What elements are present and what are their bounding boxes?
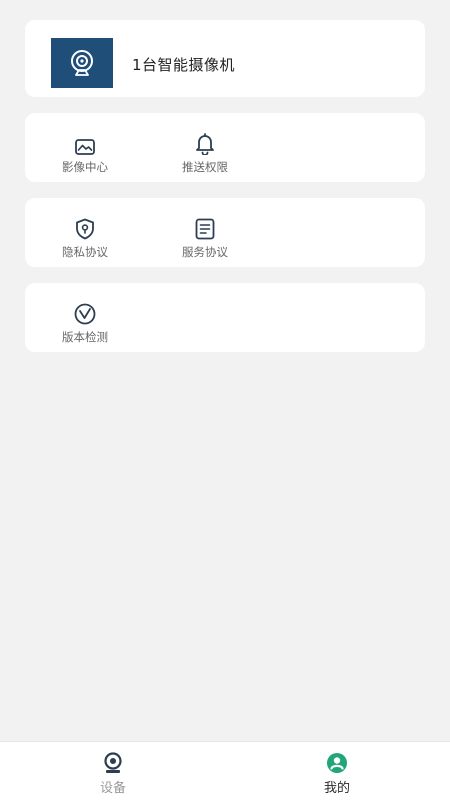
menu-card-version: 版本检测 [25, 283, 425, 352]
push-permission-item[interactable]: 推送权限 [160, 133, 250, 175]
tab-mine-label: 我的 [323, 781, 350, 796]
tab-devices[interactable]: 设备 [73, 752, 153, 796]
service-agreement-item[interactable]: 服务协议 [160, 218, 250, 260]
bottom-tab-bar: 设备 我的 [0, 741, 450, 800]
user-icon [327, 753, 347, 773]
media-center-item[interactable]: 影像中心 [40, 133, 130, 175]
shield-icon [76, 218, 94, 240]
camera-icon [71, 50, 93, 76]
tab-mine[interactable]: 我的 [297, 752, 377, 796]
device-name: 1台智能摄像机 [132, 56, 236, 74]
tab-devices-label: 设备 [99, 781, 126, 796]
device-thumbnail [51, 38, 113, 88]
menu-card-media: 影像中心 推送权限 [25, 113, 425, 182]
service-agreement-label: 服务协议 [182, 245, 228, 259]
menu-card-agreements: 隐私协议 服务协议 [25, 198, 425, 267]
device-card[interactable]: 1台智能摄像机 [25, 20, 425, 97]
image-icon [75, 139, 95, 155]
version-check-label: 版本检测 [62, 330, 108, 344]
privacy-policy-item[interactable]: 隐私协议 [40, 218, 130, 260]
version-check-icon [74, 303, 96, 325]
document-icon [195, 218, 215, 240]
push-permission-label: 推送权限 [182, 160, 228, 174]
version-check-item[interactable]: 版本检测 [40, 303, 130, 345]
privacy-policy-label: 隐私协议 [62, 245, 108, 259]
webcam-icon [104, 752, 122, 773]
bell-icon [196, 133, 214, 155]
media-center-label: 影像中心 [62, 160, 108, 174]
